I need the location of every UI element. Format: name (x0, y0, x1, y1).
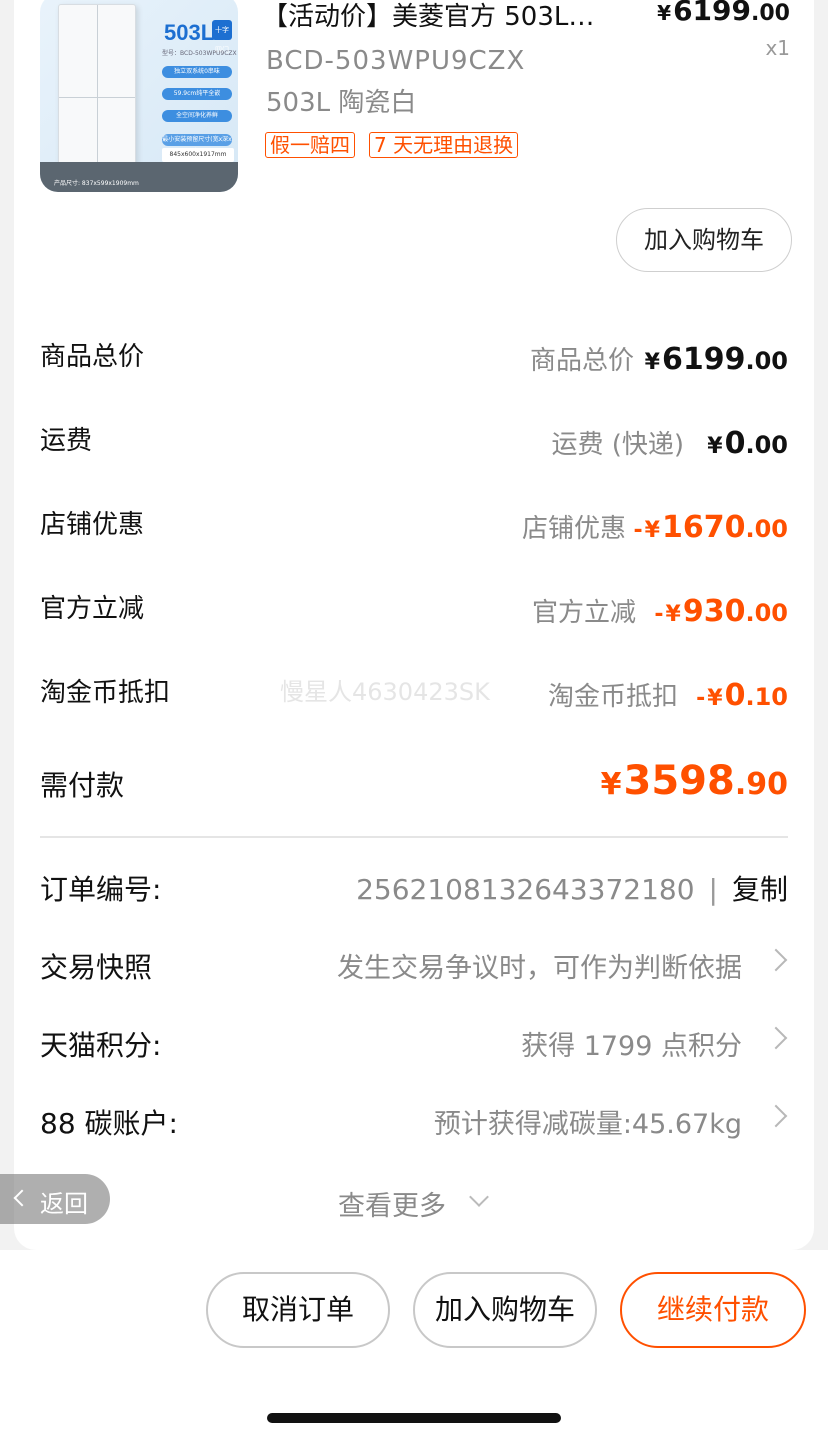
row-sublabel: 商品总价 (529, 346, 634, 376)
thumb-badge: 十字四门 (212, 20, 232, 54)
order-number-value: 2562108132643372180 (356, 873, 695, 906)
minus-sign: - (696, 686, 706, 711)
currency-symbol: ¥ (644, 518, 660, 543)
product-price: ¥6199.00 (657, 0, 790, 27)
chevron-right-icon (764, 948, 788, 972)
summary-row-coin-deduction: 淘金币抵扣 淘金币抵扣 -¥0.10 (40, 672, 788, 716)
row-value: ¥0.00 (707, 426, 788, 461)
row-label: 淘金币抵扣 (40, 678, 171, 708)
divider (40, 836, 788, 838)
continue-payment-button[interactable]: 继续付款 (620, 1272, 806, 1348)
value-decimal: .00 (745, 431, 788, 459)
points-row[interactable]: 天猫积分: 获得 1799 点积分 (40, 1024, 788, 1068)
row-sublabel: 运费 (快递) (551, 430, 684, 460)
home-indicator (267, 1413, 561, 1423)
product-sku-variant: 503L 陶瓷白 (266, 88, 417, 118)
thumb-model: 型号：BCD-503WPU9CZX (162, 50, 237, 57)
summary-row-store-discount: 店铺优惠 店铺优惠 -¥1670.00 (40, 504, 788, 548)
currency-symbol: ¥ (657, 1, 672, 25)
product-thumbnail[interactable]: 503L 十字四门 型号：BCD-503WPU9CZX 独立双系统0串味 59.… (40, 0, 238, 192)
fridge-image (58, 4, 136, 172)
currency-symbol: ¥ (665, 602, 681, 627)
row-sublabel: 淘金币抵扣 (547, 682, 678, 712)
currency-symbol: ¥ (644, 350, 660, 375)
total-value: ¥3598.90 (601, 758, 788, 804)
product-quantity: x1 (765, 36, 790, 60)
thumb-install-dim: 845x600x1917mm (162, 148, 234, 162)
row-sublabel: 官方立减 (531, 598, 636, 628)
copy-button[interactable]: 复制 (732, 873, 788, 906)
carbon-label: 88 碳账户: (40, 1107, 178, 1140)
value-integer: 3598 (623, 758, 735, 804)
total-label: 需付款 (40, 769, 125, 802)
card-inner: 503L 十字四门 型号：BCD-503WPU9CZX 独立双系统0串味 59.… (14, 0, 814, 1280)
thumb-feature: 全空间净化养鲜 (162, 110, 232, 122)
thumb-feature: 59.9cm纯平全嵌 (162, 88, 232, 100)
price-integer: 6199 (673, 0, 752, 27)
chevron-right-icon (764, 1026, 788, 1050)
tag-7day-return: 7 天无理由退换 (369, 132, 519, 158)
currency-symbol: ¥ (600, 767, 622, 802)
back-button[interactable]: 返回 (0, 1174, 110, 1224)
chevron-left-icon (13, 1189, 31, 1207)
row-value: -¥1670.00 (634, 510, 788, 545)
chevron-right-icon (764, 1104, 788, 1128)
value-integer: 930 (682, 594, 746, 629)
row-label: 店铺优惠 (40, 510, 145, 540)
value-integer: 1670 (661, 510, 746, 545)
row-label: 运费 (40, 426, 93, 456)
cancel-order-button[interactable]: 取消订单 (206, 1272, 390, 1348)
minus-sign: - (633, 518, 643, 543)
product-title[interactable]: 【活动价】美菱官方 503L… (262, 0, 594, 33)
value-decimal: .00 (745, 515, 788, 543)
row-value: -¥0.10 (696, 678, 788, 713)
row-sublabel: 店铺优惠 (521, 514, 626, 544)
row-label: 官方立减 (40, 594, 145, 624)
points-label: 天猫积分: (40, 1029, 162, 1062)
view-more-link[interactable]: 查看更多 (338, 1184, 446, 1223)
currency-symbol: ¥ (707, 686, 723, 711)
carbon-text: 预计获得减碳量:45.67kg (433, 1109, 742, 1140)
carbon-row[interactable]: 88 碳账户: 预计获得减碳量:45.67kg (40, 1102, 788, 1146)
snapshot-label: 交易快照 (40, 951, 153, 984)
summary-row-shipping: 运费 运费 (快递) ¥0.00 (40, 420, 788, 464)
snapshot-text: 发生交易争议时，可作为判断依据 (337, 953, 742, 984)
summary-row-official-discount: 官方立减 官方立减 -¥930.00 (40, 588, 788, 632)
value-decimal: .90 (734, 767, 788, 802)
thumb-feature: 独立双系统0串味 (162, 66, 232, 78)
separator: | (708, 873, 718, 906)
snapshot-row[interactable]: 交易快照 发生交易争议时，可作为判断依据 (40, 946, 788, 990)
value-decimal: .00 (745, 347, 788, 375)
thumb-capacity: 503L (164, 20, 215, 45)
points-text: 获得 1799 点积分 (521, 1031, 742, 1062)
value-integer: 0 (724, 426, 746, 461)
price-decimal: .00 (751, 1, 790, 26)
summary-row-total: 需付款 ¥3598.90 (40, 758, 788, 808)
thumb-feature: 最小安装预留尺寸(宽x深x高) (162, 134, 232, 155)
order-number-row: 订单编号: 2562108132643372180 | 复制 (40, 868, 788, 912)
minus-sign: - (654, 602, 664, 627)
value-decimal: .00 (745, 599, 788, 627)
row-value: -¥930.00 (654, 594, 788, 629)
value-integer: 0 (724, 678, 746, 713)
value-decimal: .10 (745, 683, 788, 711)
currency-symbol: ¥ (707, 434, 723, 459)
row-label: 商品总价 (40, 342, 145, 372)
product-sku-model: BCD-503WPU9CZX (266, 46, 526, 76)
summary-row-goods-total: 商品总价 商品总价 ¥6199.00 (40, 336, 788, 380)
order-number: 2562108132643372180 | 复制 (356, 868, 788, 908)
row-value: ¥6199.00 (645, 342, 788, 377)
tag-fake-compensation: 假一赔四 (265, 132, 355, 158)
order-number-label: 订单编号: (40, 873, 162, 906)
back-label: 返回 (40, 1190, 88, 1218)
add-to-cart-button[interactable]: 加入购物车 (616, 208, 792, 272)
bottom-action-bar: 取消订单 加入购物车 继续付款 (0, 1250, 828, 1438)
add-to-cart-bottom-button[interactable]: 加入购物车 (413, 1272, 597, 1348)
thumb-product-size: 产品尺寸: 837x599x1909mm (54, 180, 139, 187)
value-integer: 6199 (661, 342, 746, 377)
thumb-floor (40, 162, 238, 192)
